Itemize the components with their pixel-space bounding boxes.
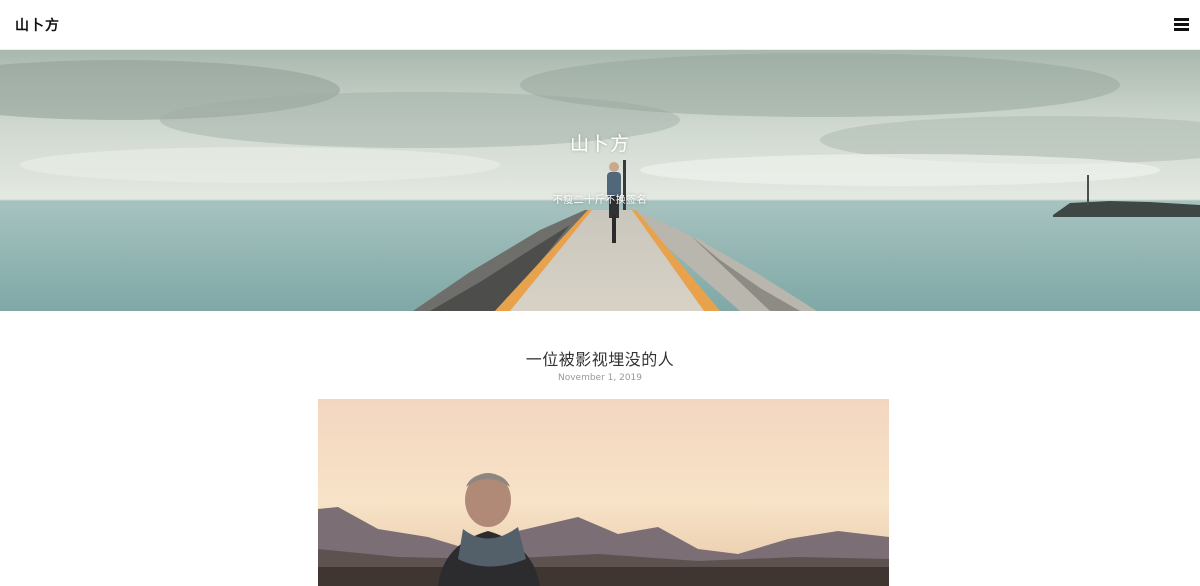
site-brand-link[interactable]: 山卜方 [15, 15, 60, 35]
hero-banner: 山卜方 不瘦二十斤不换签名 [0, 50, 1200, 311]
hero-site-title: 山卜方 [569, 133, 630, 155]
hamburger-menu-icon[interactable] [1174, 18, 1189, 32]
post-featured-image[interactable] [318, 399, 889, 586]
hero-background-image [0, 50, 1200, 311]
hero-site-tagline: 不瘦二十斤不换签名 [552, 195, 648, 206]
post-date: November 1, 2019 [557, 373, 643, 383]
top-navbar: 山卜方 [0, 0, 1200, 50]
post-title-link[interactable]: 一位被影视埋没的人 [0, 346, 1200, 370]
